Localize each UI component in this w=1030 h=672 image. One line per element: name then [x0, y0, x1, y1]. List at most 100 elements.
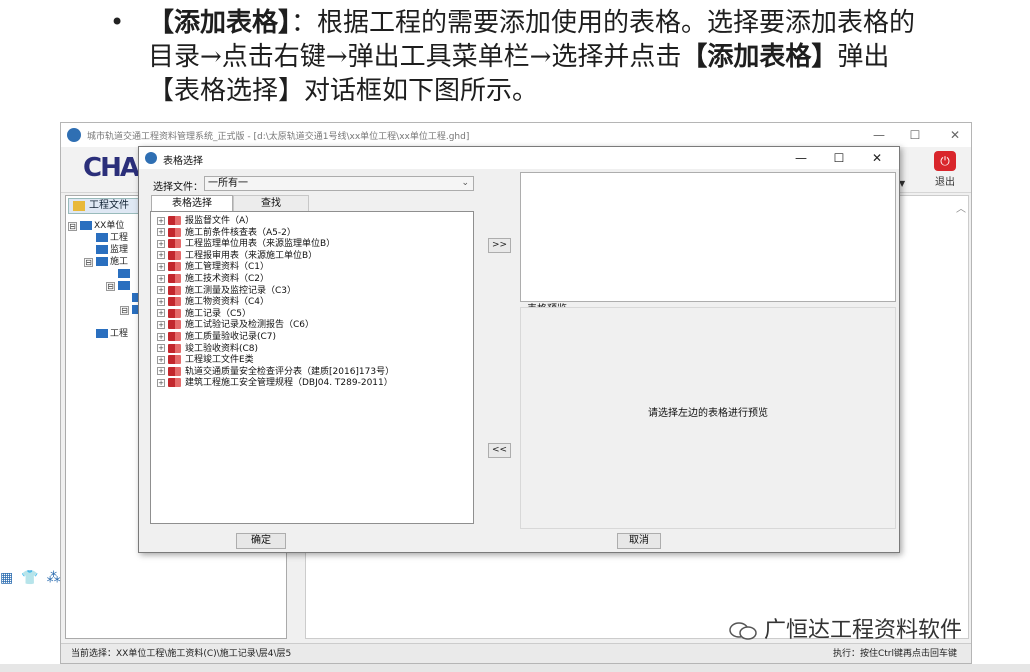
file-select-label: 选择文件：: [153, 182, 203, 193]
selected-tables-box[interactable]: [520, 172, 896, 302]
folder-icon: [168, 227, 181, 237]
bottom-strip: [0, 664, 1030, 672]
tree-node[interactable]: [118, 268, 132, 280]
collapse-icon[interactable]: ⊟: [120, 306, 129, 315]
calendar-icon[interactable]: ▦: [0, 570, 21, 586]
table-list-item[interactable]: + 施工记录（C5）: [157, 308, 251, 320]
dialog-minimize-icon[interactable]: —: [789, 148, 813, 168]
folder-icon: [168, 355, 181, 365]
scroll-up-icon[interactable]: ︿: [956, 200, 966, 215]
tree-node[interactable]: 监理: [96, 244, 128, 256]
grid-icon[interactable]: ⁂: [47, 570, 69, 586]
table-list-item-label: 施工技术资料（C2）: [185, 274, 270, 284]
table-list-item[interactable]: + 施工测量及监控记录（C3）: [157, 285, 296, 297]
expand-icon[interactable]: +: [157, 344, 165, 353]
expand-icon[interactable]: +: [157, 367, 165, 376]
table-list-item[interactable]: + 工程竣工文件E类: [157, 354, 254, 366]
expand-icon[interactable]: +: [157, 309, 165, 318]
dialog-titlebar: 表格选择 — ☐ ✕: [139, 147, 899, 169]
file-select-value: 一所有一: [208, 178, 248, 189]
tree-node[interactable]: [118, 280, 132, 292]
tree-node[interactable]: 工程: [96, 232, 128, 244]
tree-node-label: 工程: [110, 329, 129, 339]
table-list-item[interactable]: + 建筑工程施工安全管理规程（DBJ04. T289-2011）: [157, 377, 393, 389]
table-tree-list: + 报监督文件（A） + 施工前条件核查表（A5-2） + 工程监理单位用表（来源监理单位…: [150, 211, 474, 524]
collapse-icon[interactable]: ⊟: [68, 222, 77, 231]
folder-icon: [73, 201, 85, 211]
file-select[interactable]: 一所有一 ⌄: [204, 176, 474, 191]
tab-table-select[interactable]: 表格选择: [151, 195, 233, 212]
table-list-item[interactable]: + 施工物资资料（C4）: [157, 296, 269, 308]
folder-icon: [96, 245, 108, 254]
minimize-icon[interactable]: —: [869, 125, 889, 145]
table-select-dialog: 表格选择 — ☐ ✕ 选择文件： 一所有一 ⌄ 表格选择 查找 + 报监督文件（A…: [138, 146, 900, 553]
table-list-item[interactable]: + 施工质量验收记录(C7): [157, 331, 276, 343]
table-list-item[interactable]: + 报监督文件（A）: [157, 215, 254, 227]
expand-icon[interactable]: +: [157, 378, 165, 387]
table-list-item-label: 施工质量验收记录(C7): [185, 332, 277, 342]
app-titlebar: 城市轨道交通工程资料管理系统_正式版 - [d:\太原轨道交通1号线\xx单位工…: [61, 123, 971, 147]
expand-icon[interactable]: +: [157, 262, 165, 271]
wechat-icon: [729, 622, 757, 640]
table-list-item-label: 轨道交通质量安全检查评分表（建质[2016]173号）: [185, 366, 395, 377]
expand-icon[interactable]: +: [157, 216, 165, 225]
table-list-item[interactable]: + 工程报审用表（来源施工单位B）: [157, 250, 317, 262]
tree-node[interactable]: 工程: [96, 328, 128, 340]
remove-table-button[interactable]: <<: [488, 443, 511, 458]
expand-icon[interactable]: +: [157, 286, 165, 295]
dialog-close-icon[interactable]: ✕: [865, 148, 889, 168]
expand-icon[interactable]: +: [157, 239, 165, 248]
table-list-item[interactable]: + 竣工验收资料(C8): [157, 343, 258, 355]
folder-icon: [168, 262, 181, 272]
preview-pane: 请选择左边的表格进行预览: [520, 307, 896, 529]
tab-search[interactable]: 查找: [233, 195, 309, 211]
slide-paragraph: 【添加表格】：根据工程的需要添加使用的表格。选择要添加表格的目录→点击右键→弹出…: [148, 6, 920, 108]
side-icons: ▦👕⁂: [0, 570, 69, 586]
folder-icon: [168, 378, 181, 388]
tree-node-label: 监理: [110, 245, 129, 255]
table-list-item-label: 工程监理单位用表（来源监理单位B）: [185, 239, 336, 250]
expand-icon[interactable]: +: [157, 355, 165, 364]
status-bar: 当前选择：XX单位工程\施工资料(C)\施工记录\层4\层5 执行：按住Ctrl…: [61, 643, 971, 663]
table-list-item[interactable]: + 施工管理资料（C1）: [157, 261, 269, 273]
expand-icon[interactable]: +: [157, 332, 165, 341]
table-list-item-label: 施工试验记录及检测报告（C6）: [185, 320, 315, 331]
expand-icon[interactable]: +: [157, 297, 165, 306]
collapse-icon[interactable]: ⊟: [84, 258, 93, 267]
dialog-maximize-icon[interactable]: ☐: [827, 148, 851, 168]
table-list-item-label: 工程报审用表（来源施工单位B）: [185, 250, 318, 261]
add-table-button[interactable]: >>: [488, 238, 511, 253]
expand-icon[interactable]: +: [157, 228, 165, 237]
folder-icon: [96, 329, 108, 338]
ok-button[interactable]: 确定: [236, 533, 286, 549]
expand-icon[interactable]: +: [157, 251, 165, 260]
expand-icon[interactable]: +: [157, 320, 165, 329]
close-icon[interactable]: ✕: [945, 125, 965, 145]
exit-button[interactable]: ⏻ 退出: [925, 151, 965, 191]
expand-icon[interactable]: +: [157, 274, 165, 283]
watermark: 广恒达工程资料软件: [728, 612, 962, 644]
maximize-icon[interactable]: ☐: [905, 125, 925, 145]
table-list-item[interactable]: + 轨道交通质量安全检查评分表（建质[2016]173号）: [157, 366, 394, 378]
watermark-text: 广恒达工程资料软件: [764, 618, 963, 643]
table-list-item-label: 建筑工程施工安全管理规程（DBJ04. T289-2011）: [185, 378, 393, 389]
table-list-item-label: 施工记录（C5）: [185, 308, 252, 319]
collapse-icon[interactable]: ⊟: [106, 282, 115, 291]
slide-bold-2: 【添加表格】: [681, 42, 838, 72]
tree-node[interactable]: XX单位: [80, 220, 124, 232]
tab-project-files[interactable]: 工程文件: [68, 198, 148, 214]
folder-icon: [96, 257, 108, 266]
table-list-item[interactable]: + 施工技术资料（C2）: [157, 273, 269, 285]
preview-hint: 请选择左边的表格进行预览: [648, 408, 768, 419]
company-logo: CHA: [83, 153, 140, 183]
dialog-app-icon: [145, 152, 157, 164]
cancel-button[interactable]: 取消: [617, 533, 661, 549]
table-list-item[interactable]: + 施工试验记录及检测报告（C6）: [157, 319, 314, 331]
table-list-item[interactable]: + 工程监理单位用表（来源监理单位B）: [157, 238, 335, 250]
table-list-item[interactable]: + 施工前条件核查表（A5-2）: [157, 227, 296, 239]
folder-icon: [168, 320, 181, 330]
table-list-item-label: 报监督文件（A）: [185, 216, 255, 226]
folder-icon: [96, 233, 108, 242]
shirt-icon[interactable]: 👕: [21, 570, 46, 586]
tree-node[interactable]: 施工: [96, 256, 128, 268]
